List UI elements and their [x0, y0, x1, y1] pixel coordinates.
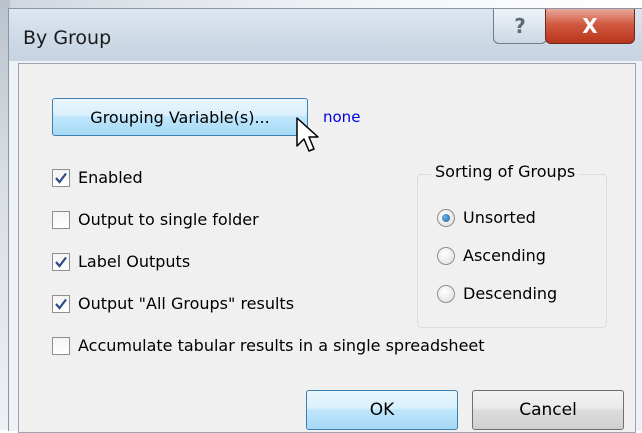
label-outputs-checkbox[interactable]: [52, 252, 70, 271]
checkmark-icon: [55, 256, 67, 268]
option-output-single-folder[interactable]: Output to single folder: [52, 210, 259, 229]
descending-radio[interactable]: [437, 284, 455, 303]
dialog-body: Grouping Variable(s)... none Enabled Out…: [18, 63, 636, 433]
unsorted-radio[interactable]: [437, 208, 455, 227]
option-label-outputs[interactable]: Label Outputs: [52, 252, 190, 271]
unsorted-label: Unsorted: [463, 208, 536, 227]
title-bar[interactable]: By Group ? X: [9, 9, 642, 61]
enabled-checkbox[interactable]: [52, 168, 70, 187]
output-single-folder-checkbox[interactable]: [52, 210, 70, 229]
help-icon: ?: [514, 14, 526, 38]
option-accumulate-tabular[interactable]: Accumulate tabular results in a single s…: [52, 336, 485, 355]
grouping-value-label: none: [323, 108, 361, 126]
ok-button[interactable]: OK: [306, 390, 458, 430]
radio-selected-dot: [442, 213, 450, 222]
sort-descending[interactable]: Descending: [437, 284, 557, 303]
help-button[interactable]: ?: [493, 9, 547, 44]
label-outputs-label: Label Outputs: [78, 252, 191, 271]
cancel-button[interactable]: Cancel: [472, 390, 624, 430]
all-groups-results-checkbox[interactable]: [52, 294, 70, 313]
all-groups-results-label: Output "All Groups" results: [78, 294, 295, 313]
option-all-groups-results[interactable]: Output "All Groups" results: [52, 294, 294, 313]
option-enabled[interactable]: Enabled: [52, 168, 143, 187]
close-button[interactable]: X: [545, 9, 635, 44]
accumulate-tabular-checkbox[interactable]: [52, 336, 70, 355]
close-icon: X: [582, 14, 598, 38]
accumulate-tabular-label: Accumulate tabular results in a single s…: [78, 336, 485, 355]
grouping-variables-button[interactable]: Grouping Variable(s)...: [52, 98, 308, 136]
sort-unsorted[interactable]: Unsorted: [437, 208, 536, 227]
ascending-radio[interactable]: [437, 246, 455, 265]
sort-ascending[interactable]: Ascending: [437, 246, 546, 265]
mouse-cursor-icon: [296, 117, 319, 152]
descending-label: Descending: [463, 284, 558, 303]
ascending-label: Ascending: [463, 246, 546, 265]
checkmark-icon: [55, 172, 67, 184]
sorting-legend: Sorting of Groups: [431, 162, 580, 181]
output-single-folder-label: Output to single folder: [78, 210, 259, 229]
by-group-dialog: By Group ? X Grouping Variable(s)... non…: [8, 8, 642, 433]
checkmark-icon: [55, 298, 67, 310]
enabled-label: Enabled: [78, 168, 143, 187]
dialog-title: By Group: [23, 27, 112, 49]
